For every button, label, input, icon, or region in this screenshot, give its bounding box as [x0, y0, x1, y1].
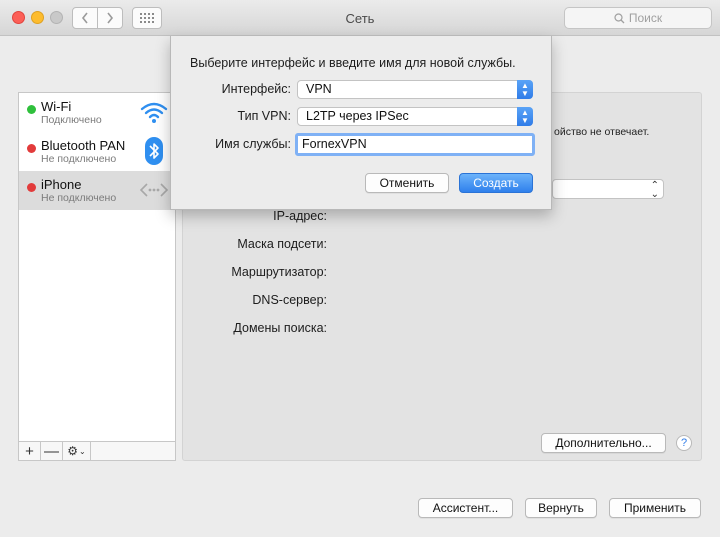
search-field[interactable]: Поиск — [564, 7, 712, 29]
service-actions-button[interactable]: ⚙︎ ⌄ — [63, 442, 91, 460]
search-icon — [614, 12, 625, 23]
interface-popup[interactable]: VPN ▲ ▼ — [297, 80, 533, 99]
service-name-label: Имя службы: — [215, 137, 291, 151]
cancel-button[interactable]: Отменить — [365, 173, 449, 193]
chevron-down-icon: ⌄ — [79, 446, 86, 456]
vpn-type-popup[interactable]: L2TP через IPSec ▲ ▼ — [297, 107, 533, 126]
interface-label: Интерфейс: — [221, 82, 291, 96]
service-status: Подключено — [41, 114, 102, 126]
create-button[interactable]: Создать — [459, 173, 533, 193]
service-item-iphone[interactable]: iPhone Не подключено — [19, 171, 175, 210]
subnet-mask-label: Маска подсети: — [237, 237, 327, 251]
service-item-wifi[interactable]: Wi-Fi Подключено — [19, 93, 175, 132]
dns-server-label: DNS-сервер: — [252, 293, 327, 307]
service-status: Не подключено — [41, 192, 117, 204]
revert-button[interactable]: Вернуть — [525, 498, 597, 518]
advanced-button[interactable]: Дополнительно... — [541, 433, 666, 453]
add-service-button[interactable]: + — [19, 442, 41, 460]
sheet-prompt: Выберите интерфейс и введите имя для нов… — [190, 56, 516, 70]
search-domains-label: Домены поиска: — [233, 321, 327, 335]
iphone-connection-icon — [139, 183, 169, 197]
vpn-type-label: Тип VPN: — [237, 109, 292, 123]
popup-arrows-icon: ▲ ▼ — [517, 107, 533, 126]
status-dot — [27, 105, 36, 114]
service-name: Wi-Fi — [41, 99, 72, 114]
service-name: Bluetooth PAN — [41, 138, 126, 153]
status-dot — [27, 144, 36, 153]
popup-arrows-icon: ⌃ ⌄ — [650, 180, 659, 200]
remove-service-button[interactable]: — — [41, 442, 63, 460]
bluetooth-icon — [145, 137, 163, 165]
title-bar: Сеть Поиск — [0, 0, 720, 36]
service-item-bluetooth-pan[interactable]: Bluetooth PAN Не подключено — [19, 132, 175, 171]
status-dot — [27, 183, 36, 192]
vpn-type-value: L2TP через IPSec — [306, 109, 409, 123]
status-text-partial: ойство не отвечает. — [554, 126, 650, 138]
service-name-field[interactable]: FornexVPN — [295, 133, 535, 156]
gear-icon: ⚙︎ — [67, 444, 79, 458]
service-list-toolbar: + — ⚙︎ ⌄ — [18, 441, 176, 461]
apply-button[interactable]: Применить — [609, 498, 701, 518]
new-service-sheet: Выберите интерфейс и введите имя для нов… — [170, 36, 552, 210]
service-status: Не подключено — [41, 153, 117, 165]
assistant-button[interactable]: Ассистент... — [418, 498, 513, 518]
wifi-icon — [140, 102, 168, 123]
popup-arrows-icon: ▲ ▼ — [517, 80, 533, 99]
interface-value: VPN — [306, 82, 332, 96]
configuration-popup-partial[interactable]: ⌃ ⌄ — [552, 179, 664, 200]
search-placeholder: Поиск — [628, 11, 663, 25]
service-list: Wi-Fi Подключено Bluetooth PAN Не подклю… — [18, 92, 176, 442]
ip-address-label: IP-адрес: — [273, 209, 327, 223]
service-name: iPhone — [41, 177, 82, 192]
router-label: Маршрутизатор: — [231, 265, 327, 279]
help-button[interactable]: ? — [676, 435, 692, 451]
